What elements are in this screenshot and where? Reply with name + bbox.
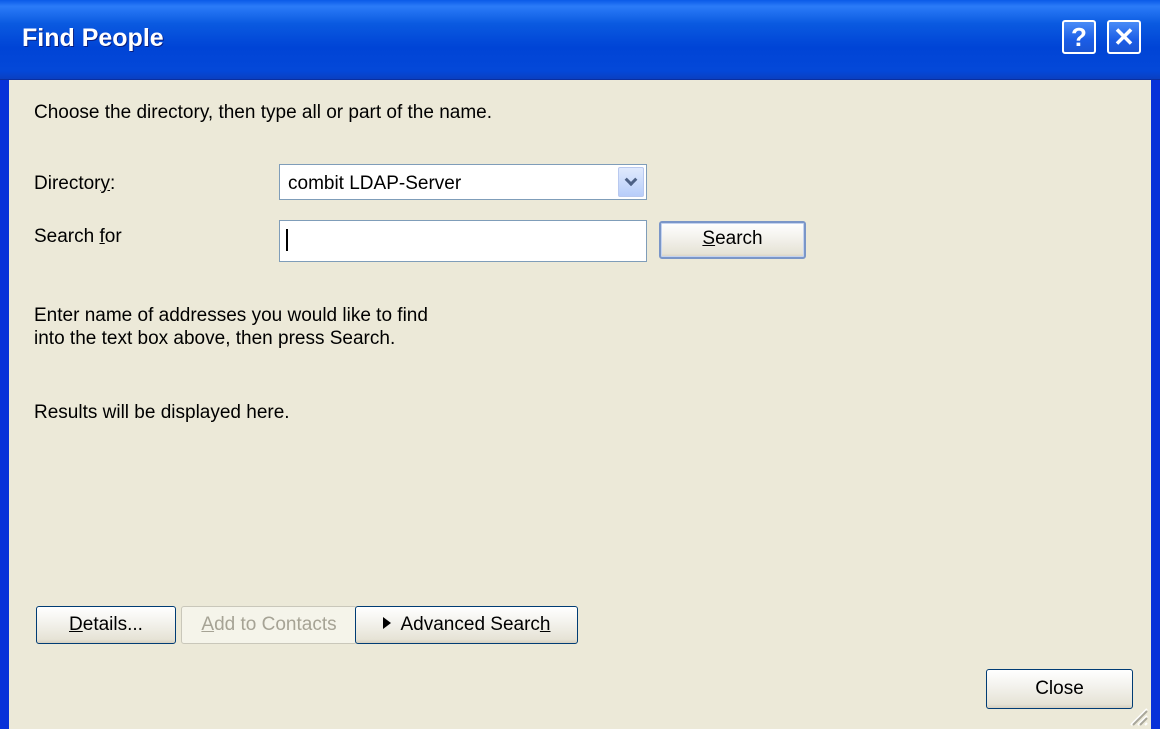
hint-line-1: Enter name of addresses you would like t…	[34, 305, 428, 326]
instructions-text: Choose the directory, then type all or p…	[34, 102, 493, 123]
results-placeholder: Results will be displayed here.	[34, 402, 290, 423]
dropdown-arrow-button[interactable]	[618, 167, 644, 197]
close-window-button[interactable]: ✕	[1107, 20, 1141, 54]
triangle-right-icon	[382, 617, 391, 629]
directory-label: Directory:	[34, 173, 116, 194]
search-input[interactable]	[279, 220, 647, 262]
directory-selected-value: combit LDAP-Server	[288, 173, 462, 194]
close-icon: ✕	[1113, 22, 1135, 52]
directory-dropdown[interactable]: combit LDAP-Server	[279, 164, 647, 200]
details-button[interactable]: Details...	[36, 606, 176, 644]
add-to-contacts-button: Add to Contacts	[181, 606, 357, 644]
window-title: Find People	[22, 24, 164, 52]
close-button[interactable]: Close	[986, 669, 1133, 709]
search-button[interactable]: Search	[659, 221, 806, 259]
resize-grip-icon[interactable]	[1123, 701, 1149, 727]
advanced-search-button[interactable]: Advanced Search	[355, 606, 578, 644]
text-cursor	[286, 229, 288, 251]
help-button[interactable]: ?	[1062, 20, 1096, 54]
title-bar[interactable]: Find People ? ✕	[0, 0, 1160, 80]
chevron-down-icon	[624, 173, 638, 187]
hint-line-2: into the text box above, then press Sear…	[34, 328, 396, 349]
help-icon: ?	[1071, 22, 1087, 52]
find-people-dialog: Find People ? ✕ Choose the directory, th…	[0, 0, 1160, 729]
search-for-label: Search for	[34, 226, 122, 247]
